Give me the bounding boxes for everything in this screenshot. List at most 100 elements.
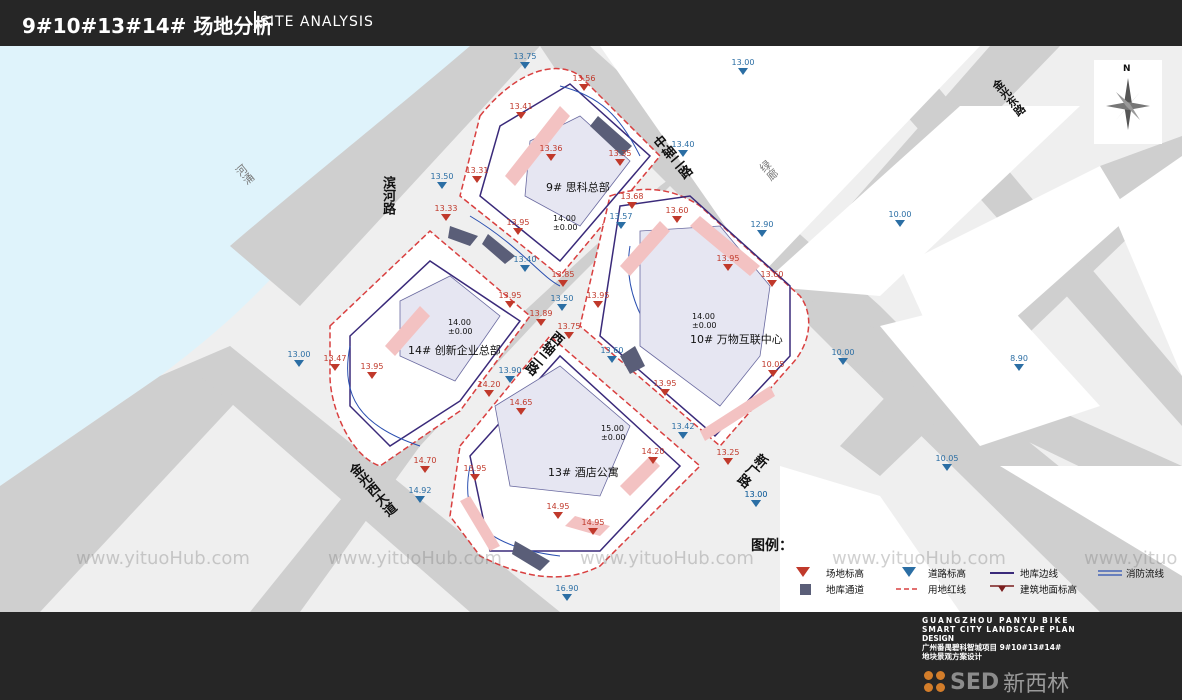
road-level-marker: 13.75: [511, 52, 539, 69]
elevation-base: ±0.00: [448, 327, 473, 336]
site-level-marker-triangle-icon: [420, 466, 430, 473]
project-cn-line-1: 广州番禺碧科智城项目 9#10#13#14#: [922, 643, 1062, 652]
road-level-marker: 13.00: [285, 350, 313, 367]
site-level-marker: 13.56: [570, 74, 598, 91]
road-level-marker-triangle-icon: [1014, 364, 1024, 371]
road-label-binhe: 滨河路: [380, 176, 395, 215]
road-level-marker: 13.50: [428, 172, 456, 189]
red-line-legend-icon: [896, 588, 920, 590]
road-level-marker: 8.90: [1005, 354, 1033, 371]
road-level-marker-triangle-icon: [751, 500, 761, 507]
site-level-marker-triangle-icon: [553, 512, 563, 519]
site-level-marker: 13.35: [606, 149, 634, 166]
road-level-marker-triangle-icon: [505, 376, 515, 383]
road-level-marker-value: 13.90: [498, 366, 522, 375]
road-level-marker-value: 13.40: [513, 255, 537, 264]
road-level-marker-value: 13.50: [430, 172, 454, 181]
site-level-marker: 13.75: [555, 322, 583, 339]
site-level-marker-triangle-icon: [536, 319, 546, 326]
road-level-marker-value: 13.75: [513, 52, 537, 61]
legend-title: 图例：: [751, 538, 793, 554]
site-level-marker-triangle-icon: [593, 301, 603, 308]
site-level-marker-value: 14.70: [413, 456, 437, 465]
site-level-legend-icon: [796, 567, 810, 577]
garage-access-legend-icon: [800, 584, 811, 595]
site-level-marker-value: 10.05: [761, 360, 785, 369]
site-level-marker-triangle-icon: [564, 332, 574, 339]
road-level-marker-value: 16.90: [555, 584, 579, 593]
site-level-marker-triangle-icon: [367, 372, 377, 379]
site-level-marker: 14.20: [639, 447, 667, 464]
road-level-marker-value: 13.50: [550, 294, 574, 303]
watermark: www.yituoHub.com: [328, 548, 502, 569]
legend-garage-access: 地库通道: [826, 585, 865, 596]
page-subtitle: SITE ANALYSIS: [260, 14, 374, 30]
company-logo: SED 新西林: [924, 666, 1069, 698]
project-en-line-3: DESIGN: [922, 634, 954, 643]
compass-rose-icon: [1106, 78, 1150, 130]
road-level-marker-value: 13.40: [671, 140, 695, 149]
road-level-marker-triangle-icon: [838, 358, 848, 365]
road-level-marker: 10.05: [933, 454, 961, 471]
watermark: www.yituoHub.com: [76, 548, 250, 569]
road-level-marker: 13.57: [607, 212, 635, 229]
site-level-marker-triangle-icon: [546, 154, 556, 161]
site-level-marker: 14.65: [507, 398, 535, 415]
site-level-marker-triangle-icon: [672, 216, 682, 223]
road-level-marker: 10.00: [829, 348, 857, 365]
watermark: www.yituoHub.com: [580, 548, 754, 569]
road-level-marker-value: 10.05: [935, 454, 959, 463]
site-level-marker: 13.47: [321, 354, 349, 371]
site-level-marker-triangle-icon: [470, 474, 480, 481]
title-separator: [254, 11, 256, 33]
logo-mark-icon: [924, 671, 946, 693]
site-level-marker-value: 13.25: [716, 448, 740, 457]
site-level-marker-triangle-icon: [505, 301, 515, 308]
site-level-marker-value: 13.60: [665, 206, 689, 215]
site-level-marker: 13.89: [527, 309, 555, 326]
site-level-marker: 13.68: [618, 192, 646, 209]
site-level-marker-value: 13.35: [608, 149, 632, 158]
project-info: GUANGZHOU PANYU BIKE SMART CITY LANDSCAP…: [922, 616, 1076, 661]
road-level-marker-value: 13.00: [731, 58, 755, 67]
site-level-marker-triangle-icon: [441, 214, 451, 221]
site-level-marker: 13.60: [663, 206, 691, 223]
road-level-marker-value: 10.00: [888, 210, 912, 219]
site-level-marker: 13.31: [463, 166, 491, 183]
road-level-marker-value: 10.00: [831, 348, 855, 357]
site-level-marker-triangle-icon: [513, 228, 523, 235]
site-level-marker-triangle-icon: [579, 84, 589, 91]
road-level-marker-triangle-icon: [557, 304, 567, 311]
legend-building-level: 建筑地面标高: [1020, 585, 1078, 596]
building-elevation-13: 15.00 ±0.00: [601, 424, 626, 442]
road-level-marker-triangle-icon: [607, 356, 617, 363]
site-level-marker-value: 13.41: [509, 102, 533, 111]
road-level-marker: 13.00: [729, 58, 757, 75]
site-level-marker-value: 13.36: [539, 144, 563, 153]
site-level-marker-value: 13.95: [586, 291, 610, 300]
site-level-marker: 13.95: [714, 254, 742, 271]
road-level-marker-triangle-icon: [738, 68, 748, 75]
site-level-marker-value: 13.68: [620, 192, 644, 201]
elevation-value: 14.00: [448, 318, 471, 327]
building-elevation-9: 14.00 ±0.00: [553, 214, 578, 232]
watermark: www.yituoHub.com: [832, 548, 1006, 569]
site-level-marker-value: 13.60: [760, 270, 784, 279]
legend-garage-edge: 地库边线: [1020, 569, 1059, 580]
elevation-base: ±0.00: [601, 433, 626, 442]
site-level-marker-value: 13.95: [506, 218, 530, 227]
road-level-marker-value: 14.92: [408, 486, 432, 495]
garage-edge-legend-icon: [990, 572, 1014, 574]
site-level-marker: 14.95: [544, 502, 572, 519]
site-level-marker: 14.70: [411, 456, 439, 473]
parcel-label-9: 9# 思科总部: [546, 181, 610, 194]
logo-text-cn: 新西林: [1003, 672, 1070, 697]
road-level-marker-value: 13.60: [600, 346, 624, 355]
site-level-marker-value: 13.95: [360, 362, 384, 371]
road-level-marker: 13.00: [742, 490, 770, 507]
fire-route-legend-icon: [1098, 570, 1122, 576]
project-cn-line-2: 地块景观方案设计: [922, 652, 982, 661]
road-level-marker-triangle-icon: [895, 220, 905, 227]
site-level-marker-triangle-icon: [615, 159, 625, 166]
road-level-marker: 14.92: [406, 486, 434, 503]
